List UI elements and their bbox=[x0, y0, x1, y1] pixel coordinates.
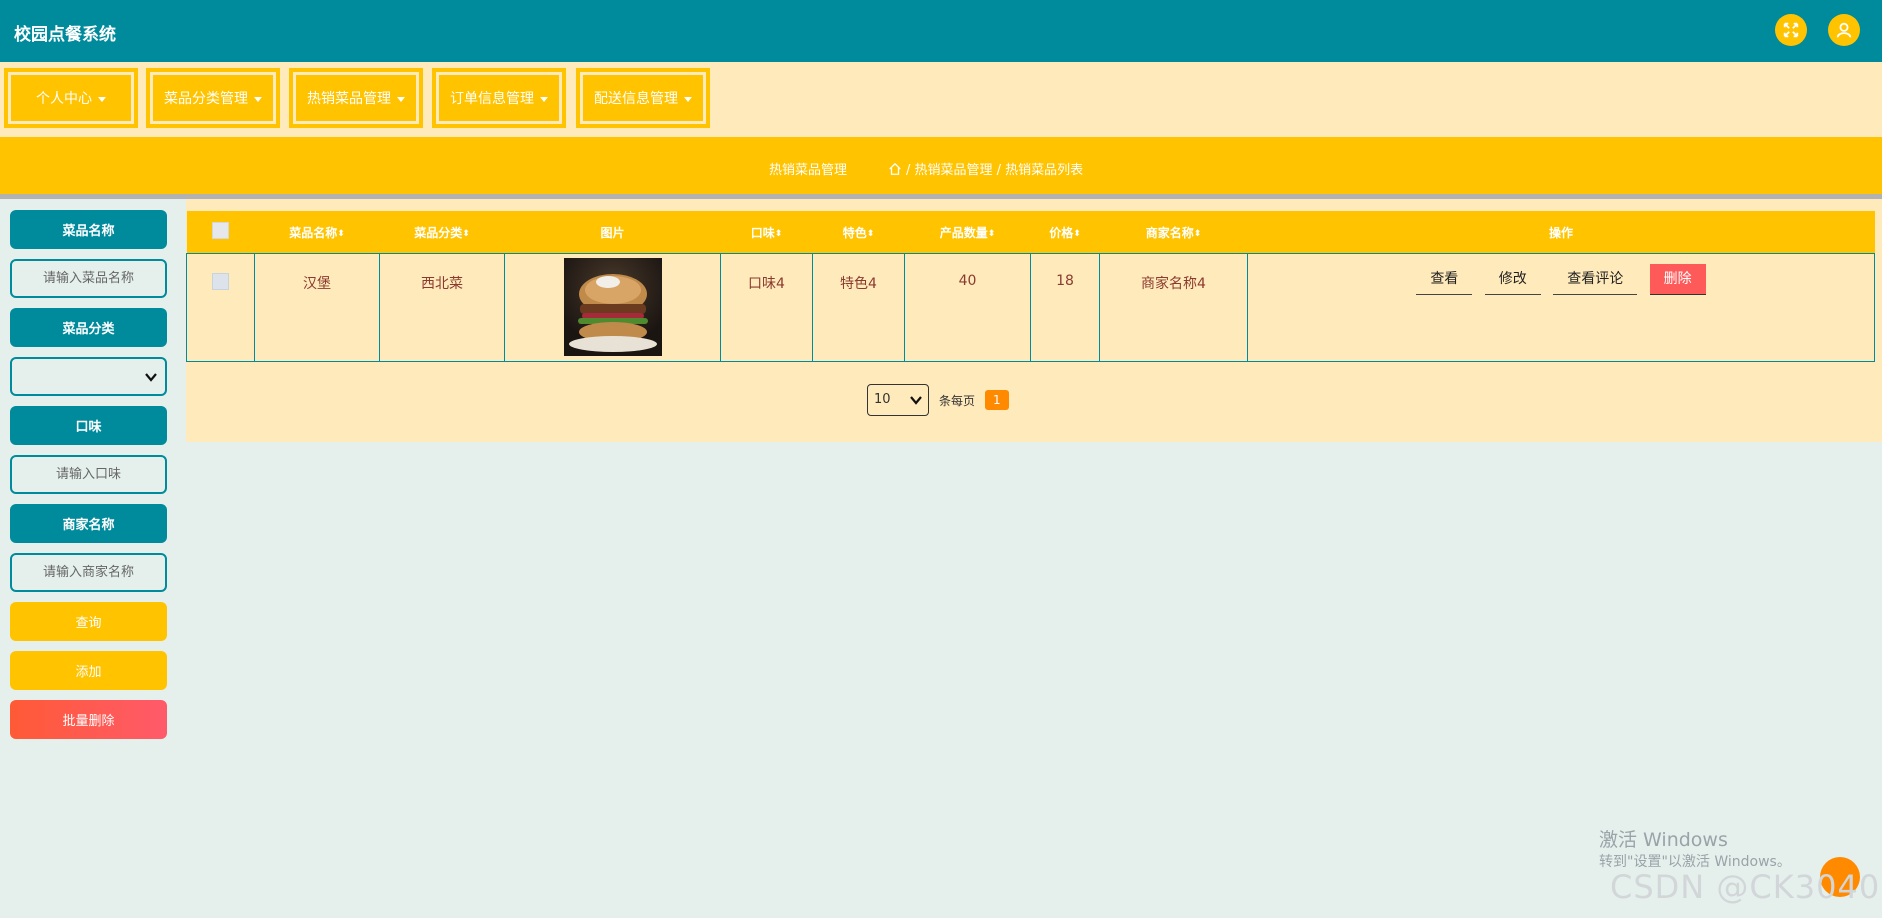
user-icon[interactable] bbox=[1828, 14, 1860, 46]
merchant-name-cell: 商家名称4 bbox=[1141, 276, 1206, 292]
caret-down-icon bbox=[98, 96, 106, 102]
view-comments-button[interactable]: 查看评论 bbox=[1553, 264, 1638, 295]
top-header: 校园点餐系统 bbox=[0, 0, 1882, 62]
taste-cell: 口味4 bbox=[748, 276, 785, 292]
query-button[interactable]: 查询 bbox=[10, 602, 167, 641]
dish-category-label: 菜品分类 bbox=[10, 308, 167, 347]
dish-category-cell: 西北菜 bbox=[421, 276, 463, 292]
edit-button[interactable]: 修改 bbox=[1484, 264, 1541, 295]
pagination: 10 条每页 1 bbox=[867, 384, 1009, 416]
sort-icon: ⬍ bbox=[462, 228, 470, 239]
nav-menu-label: 个人中心 bbox=[36, 91, 92, 107]
table-header-row: 菜品名称⬍ 菜品分类⬍ 图片 口味⬍ 特色⬍ 产品数量⬍ 价格⬍ 商家名称⬍ 操… bbox=[186, 211, 1875, 254]
merchant-name-input[interactable] bbox=[10, 553, 167, 592]
chevron-down-icon bbox=[910, 396, 922, 405]
nav-menu-personal-center[interactable]: 个人中心 bbox=[4, 68, 138, 128]
nav-menu-dish-category[interactable]: 菜品分类管理 bbox=[146, 68, 280, 128]
dish-name-label: 菜品名称 bbox=[10, 210, 167, 249]
app-title: 校园点餐系统 bbox=[14, 25, 116, 45]
nav-menu-label: 订单信息管理 bbox=[450, 91, 534, 107]
column-header[interactable]: 价格⬍ bbox=[1030, 211, 1100, 254]
breadcrumb-bar: 热销菜品管理 / 热销菜品管理 / 热销菜品列表 bbox=[0, 137, 1882, 199]
column-header: 操作 bbox=[1247, 211, 1875, 254]
batch-delete-button[interactable]: 批量删除 bbox=[10, 700, 167, 739]
price-cell: 18 bbox=[1056, 273, 1074, 289]
column-header[interactable]: 菜品名称⬍ bbox=[254, 211, 380, 254]
page-size-select[interactable]: 10 bbox=[867, 384, 929, 416]
caret-down-icon bbox=[254, 96, 262, 102]
breadcrumb-path: / 热销菜品管理 / 热销菜品列表 bbox=[906, 163, 1084, 178]
column-header[interactable]: 菜品分类⬍ bbox=[379, 211, 505, 254]
page-size-value: 10 bbox=[874, 392, 891, 407]
view-button[interactable]: 查看 bbox=[1416, 264, 1473, 295]
caret-down-icon bbox=[397, 96, 405, 102]
home-icon[interactable] bbox=[888, 162, 902, 176]
sort-icon: ⬍ bbox=[987, 228, 996, 239]
dish-image bbox=[563, 258, 662, 356]
csdn-watermark: CSDN @CK3040 bbox=[1610, 868, 1881, 906]
windows-activation-title: 激活 Windows bbox=[1599, 829, 1728, 851]
fullscreen-icon[interactable] bbox=[1775, 14, 1807, 46]
table-row: 汉堡 西北菜 口味4 特色4 40 18 商家名称4 查看 修改 查看评论 删除 bbox=[186, 253, 1875, 362]
dish-name-input[interactable] bbox=[10, 259, 167, 298]
nav-menu-label: 配送信息管理 bbox=[594, 91, 678, 107]
sort-icon: ⬍ bbox=[774, 228, 783, 239]
taste-label: 口味 bbox=[10, 406, 167, 445]
breadcrumb-title: 热销菜品管理 bbox=[769, 163, 848, 178]
per-page-label: 条每页 bbox=[939, 393, 976, 408]
chevron-down-icon bbox=[145, 373, 157, 382]
delete-button[interactable]: 删除 bbox=[1649, 264, 1706, 295]
caret-down-icon bbox=[540, 96, 548, 102]
column-header[interactable]: 口味⬍ bbox=[720, 211, 813, 254]
nav-menu-label: 菜品分类管理 bbox=[164, 91, 248, 107]
column-header: 图片 bbox=[504, 211, 721, 254]
dish-table: 菜品名称⬍ 菜品分类⬍ 图片 口味⬍ 特色⬍ 产品数量⬍ 价格⬍ 商家名称⬍ 操… bbox=[186, 211, 1875, 362]
dish-name-cell: 汉堡 bbox=[303, 276, 331, 292]
column-header[interactable]: 产品数量⬍ bbox=[904, 211, 1031, 254]
sort-icon: ⬍ bbox=[337, 228, 345, 239]
sort-icon: ⬍ bbox=[1193, 228, 1202, 239]
page-number-button[interactable]: 1 bbox=[985, 390, 1009, 410]
nav-menu-label: 热销菜品管理 bbox=[307, 91, 391, 107]
sort-icon: ⬍ bbox=[1073, 228, 1081, 239]
sort-icon: ⬍ bbox=[866, 228, 875, 239]
taste-input[interactable] bbox=[10, 455, 167, 494]
caret-down-icon bbox=[684, 96, 692, 102]
select-all-checkbox[interactable] bbox=[186, 211, 255, 254]
nav-menu-hot-dishes[interactable]: 热销菜品管理 bbox=[289, 68, 423, 128]
breadcrumb: / 热销菜品管理 / 热销菜品列表 bbox=[888, 159, 1083, 178]
column-header[interactable]: 特色⬍ bbox=[812, 211, 905, 254]
quantity-cell: 40 bbox=[958, 273, 977, 289]
add-button[interactable]: 添加 bbox=[10, 651, 167, 690]
column-header[interactable]: 商家名称⬍ bbox=[1099, 211, 1248, 254]
nav-menu-delivery[interactable]: 配送信息管理 bbox=[576, 68, 710, 128]
nav-bar: 个人中心 菜品分类管理 热销菜品管理 订单信息管理 配送信息管理 bbox=[0, 62, 1882, 137]
dish-category-select[interactable] bbox=[10, 357, 167, 396]
nav-menu-orders[interactable]: 订单信息管理 bbox=[432, 68, 566, 128]
feature-cell: 特色4 bbox=[840, 276, 877, 292]
row-checkbox[interactable] bbox=[212, 273, 229, 290]
merchant-name-label: 商家名称 bbox=[10, 504, 167, 543]
